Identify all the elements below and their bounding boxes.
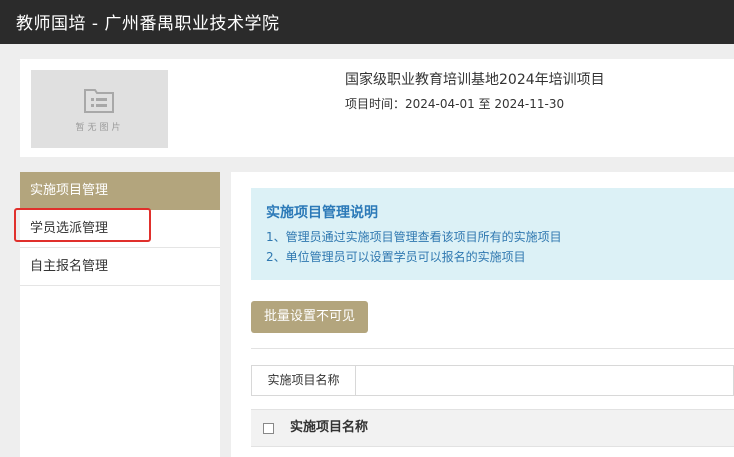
divider bbox=[251, 348, 734, 349]
info-title: 实施项目管理说明 bbox=[266, 205, 378, 221]
main-panel: 实施项目管理说明 1、管理员通过实施项目管理查看该项目所有的实施项目 2、单位管… bbox=[231, 172, 734, 457]
sidebar-item-self-registration[interactable]: 自主报名管理 bbox=[20, 248, 220, 286]
table-header: 实施项目名称 bbox=[251, 409, 734, 447]
sidebar-header[interactable]: 实施项目管理 bbox=[20, 172, 220, 210]
search-input[interactable] bbox=[356, 366, 733, 395]
project-card: 暂无图片 国家级职业教育培训基地2024年培训项目 项目时间：2024-04-0… bbox=[20, 59, 734, 157]
column-header-name: 实施项目名称 bbox=[290, 420, 369, 435]
select-all-checkbox[interactable] bbox=[263, 423, 274, 434]
sidebar: 实施项目管理 学员选派管理 自主报名管理 bbox=[20, 172, 220, 457]
batch-set-invisible-button[interactable]: 批量设置不可见 bbox=[251, 301, 368, 333]
sidebar-item-student-selection[interactable]: 学员选派管理 bbox=[20, 210, 220, 248]
search-bar: 实施项目名称 bbox=[251, 365, 734, 396]
project-time: 项目时间：2024-04-01 至 2024-11-30 bbox=[345, 97, 565, 111]
info-line: 2、单位管理员可以设置学员可以报名的实施项目 bbox=[266, 250, 526, 264]
info-line: 1、管理员通过实施项目管理查看该项目所有的实施项目 bbox=[266, 230, 562, 244]
project-image-placeholder: 暂无图片 bbox=[31, 70, 168, 148]
app-header: 教师国培 - 广州番禺职业技术学院 bbox=[0, 0, 734, 44]
project-name: 国家级职业教育培训基地2024年培训项目 bbox=[345, 72, 605, 88]
search-label: 实施项目名称 bbox=[252, 366, 356, 395]
image-placeholder-icon bbox=[84, 89, 114, 113]
image-placeholder-text: 暂无图片 bbox=[75, 123, 124, 133]
info-box: 实施项目管理说明 1、管理员通过实施项目管理查看该项目所有的实施项目 2、单位管… bbox=[251, 188, 734, 280]
app-title: 教师国培 - 广州番禺职业技术学院 bbox=[16, 14, 280, 34]
